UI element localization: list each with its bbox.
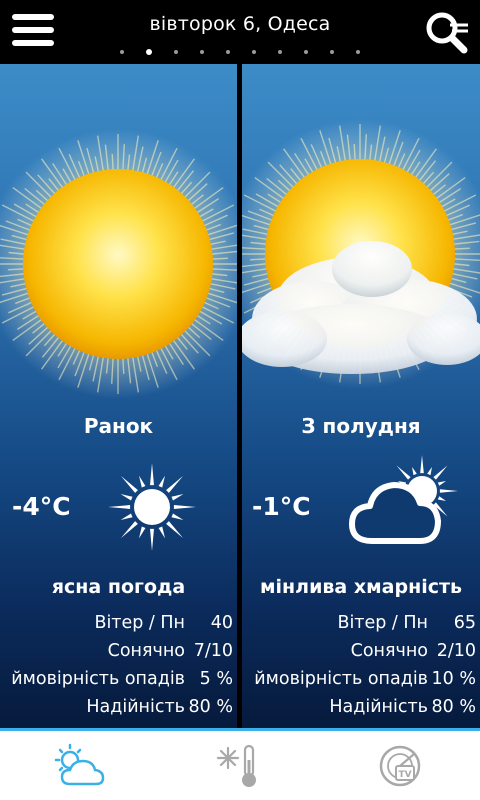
detail-reliability: Надійність 80 %	[0, 697, 237, 725]
detail-reliability: Надійність 80 %	[242, 697, 480, 725]
forecast-panel-afternoon[interactable]: З полудня -1°C мінлива хмарність Вітер /…	[242, 64, 480, 728]
snow-thermometer-icon	[216, 744, 256, 787]
tab-bar-divider	[0, 728, 480, 731]
page-dot	[330, 50, 334, 54]
menu-icon[interactable]	[12, 14, 54, 50]
detail-wind: Вітер / Пн 40	[0, 613, 237, 641]
page-dot	[304, 50, 308, 54]
detail-value: 10 %	[431, 669, 476, 689]
detail-sunny: Сонячно 7/10	[0, 641, 237, 669]
forecast-panel-morning[interactable]: Ранок -4°C ясна погода Вітер / Пн 40 Соня…	[0, 64, 237, 728]
detail-precip: ймовірність опадів 5 %	[0, 669, 237, 697]
detail-label: Вітер / Пн	[337, 613, 428, 633]
page-dot	[120, 50, 124, 54]
detail-label: ймовірність опадів	[11, 669, 185, 689]
detail-wind: Вітер / Пн 65	[242, 613, 480, 641]
page-dot	[278, 50, 282, 54]
page-dot	[200, 50, 204, 54]
detail-label: Надійність	[329, 697, 428, 717]
detail-sunny: Сонячно 2/10	[242, 641, 480, 669]
search-icon[interactable]	[422, 8, 472, 58]
top-bar: вівторок 6, Одеса	[0, 0, 480, 62]
period-label: Ранок	[83, 414, 154, 438]
page-dot	[226, 50, 230, 54]
detail-label: Надійність	[86, 697, 185, 717]
detail-label: Сонячно	[107, 641, 185, 661]
temperature: -1°C	[252, 492, 311, 521]
detail-value: 5 %	[199, 669, 233, 689]
sun-illustration-icon	[0, 129, 237, 399]
details-list: Вітер / Пн 40 Сонячно 7/10 ймовірність опа…	[0, 613, 237, 725]
detail-value: 80 %	[188, 697, 233, 717]
bottom-tab-bar: TV	[0, 728, 480, 800]
detail-precip: ймовірність опадів 10 %	[242, 669, 480, 697]
sun-cloud-illustration-icon	[242, 119, 480, 389]
partly-cloudy-icon	[349, 455, 458, 544]
detail-label: Вітер / Пн	[94, 613, 185, 633]
page-dot	[356, 50, 360, 54]
page-indicator	[120, 47, 360, 57]
period-label: З полудня	[301, 414, 421, 438]
page-dot	[174, 50, 178, 54]
temperature: -4°C	[12, 492, 71, 521]
svg-text:TV: TV	[398, 770, 411, 780]
detail-value: 65	[453, 613, 476, 633]
page-dot	[146, 49, 152, 55]
radar-tv-icon: TV	[379, 745, 421, 787]
detail-value: 2/10	[436, 641, 476, 661]
sun-icon	[108, 463, 196, 551]
detail-value: 80 %	[431, 697, 476, 717]
weather-description: ясна погода	[51, 576, 186, 598]
page-title: вівторок 6, Одеса	[149, 13, 331, 35]
detail-value: 40	[210, 613, 233, 633]
details-list: Вітер / Пн 65 Сонячно 2/10 ймовірність опа…	[242, 613, 480, 725]
tab-temperature[interactable]	[160, 738, 320, 796]
detail-label: ймовірність опадів	[254, 669, 428, 689]
weather-cloud-sun-icon	[54, 743, 105, 786]
weather-description: мінлива хмарність	[260, 576, 462, 598]
detail-label: Сонячно	[350, 641, 428, 661]
page-dot	[252, 50, 256, 54]
tab-forecast[interactable]	[0, 738, 160, 796]
tab-radar[interactable]: TV	[320, 738, 480, 796]
detail-value: 7/10	[193, 641, 233, 661]
